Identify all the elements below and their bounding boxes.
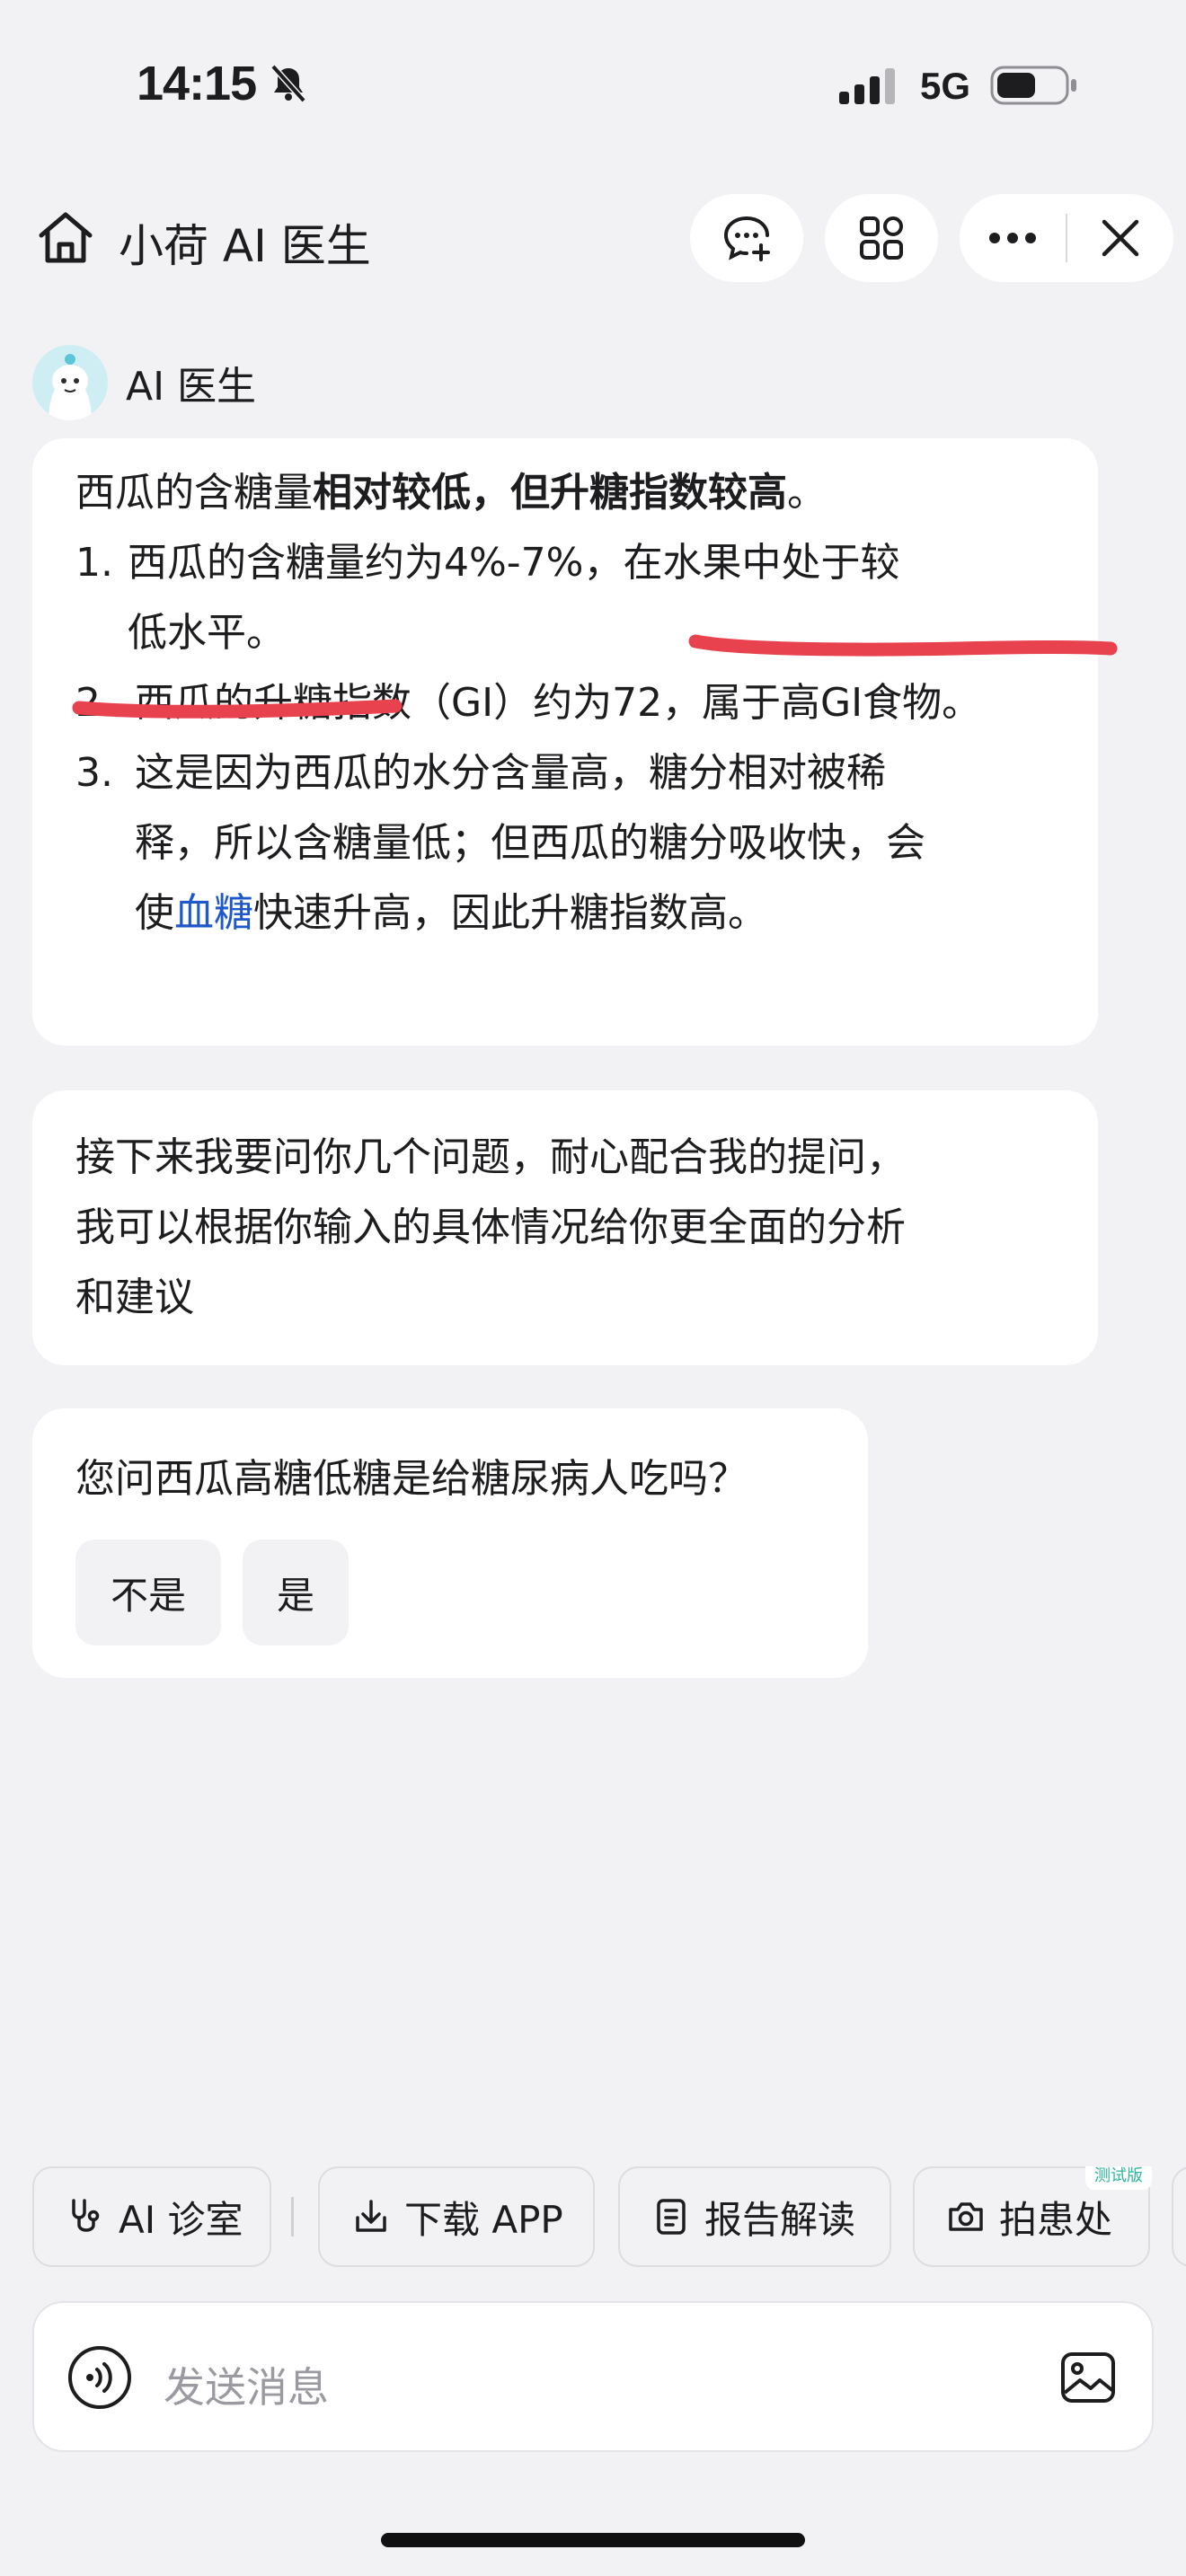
list-item-3-line1: 这是因为西瓜的水分含量高，糖分相对被稀 [135,750,886,796]
list-number: 3. [75,750,113,796]
list-item-1-line1: 西瓜的含糖量约为4%-7%，在水果中处于较 [128,540,900,586]
more-dots-icon [989,233,1036,243]
ai-clinic-label: AI 诊室 [119,2197,243,2242]
followup-line: 和建议 [75,1275,194,1320]
blood-sugar-link[interactable]: 血糖 [174,890,253,936]
list-item-3-line3: 使血糖快速升高，因此升糖指数高。 [135,878,767,948]
option-yes-button[interactable]: 是 [243,1539,349,1645]
assistant-header: AI 医生 [32,345,256,420]
followup-card: 接下来我要问你几个问题，耐心配合我的提问， 我可以根据你输入的具体情况给你更全面… [32,1090,1098,1365]
home-icon[interactable] [34,207,97,269]
photo-affected-area-button[interactable]: 拍患处 测试版 [913,2166,1152,2267]
doctor-mascot-icon [32,345,108,420]
list-item-3-line2: 释，所以含糖量低；但西瓜的糖分吸收快，会 [135,820,925,866]
followup-line: 接下来我要问你几个问题，耐心配合我的提问， [75,1134,906,1180]
list-number: 1. [75,540,113,586]
home-indicator [381,2533,805,2547]
stethoscope-icon [72,2199,100,2232]
annotation-underline-1 [688,634,1118,657]
answer-card: 西瓜的含糖量相对较低，但升糖指数较高。 1. 西瓜的含糖量约为4%-7%，在水果… [32,438,1118,1045]
miniapp-capsule [960,194,1173,282]
line3-post: 快速升高，因此升糖指数高。 [253,890,767,936]
network-label: 5G [920,65,971,107]
close-icon [1102,219,1139,257]
line3-pre: 使 [135,890,174,936]
download-icon [356,2200,386,2232]
status-bar: 14:15 5G [0,0,1186,171]
beta-badge: 测试版 [1085,2166,1152,2190]
apps-button[interactable] [825,194,938,282]
quick-actions-divider [291,2197,294,2236]
report-reading-button[interactable]: 报告解读 [618,2166,891,2267]
avatar [32,345,108,420]
signal-icon [839,68,895,104]
assistant-name: AI 医生 [126,364,257,410]
report-reading-label: 报告解读 [704,2197,856,2242]
nav-title: 小荷 AI 医生 [119,220,371,272]
nav-bar: 小荷 AI 医生 [0,180,1186,296]
apps-grid-icon [860,216,903,260]
voice-icon[interactable] [66,2344,133,2411]
image-upload-icon[interactable] [1058,2348,1118,2407]
download-app-button[interactable]: 下载 APP [318,2166,595,2267]
status-time: 14:15 [137,57,257,110]
new-chat-icon [723,216,770,261]
battery-icon [990,66,1076,105]
photo-affected-area-label: 拍患处 [999,2197,1113,2242]
followup-line: 我可以根据你输入的具体情况给你更全面的分析 [75,1204,906,1250]
intro-normal: 西瓜的含糖量 [75,470,313,516]
bell-muted-icon [270,64,306,103]
list-item-1-line2: 低水平。 [128,610,286,656]
camera-icon [949,2202,983,2231]
download-app-label: 下载 APP [404,2197,563,2242]
list-number: 2. [75,680,113,726]
question-text: 您问西瓜高糖低糖是给糖尿病人吃吗？ [75,1456,748,1502]
message-input[interactable]: 发送消息 [164,2355,329,2414]
message-input-bar: 发送消息 [32,2301,1154,2452]
new-chat-button[interactable] [690,194,803,282]
question-card: 您问西瓜高糖低糖是给糖尿病人吃吗？ 不是 是 [32,1408,868,1678]
intro-end: 。 [787,470,827,516]
quick-action-overflow[interactable] [1172,2166,1186,2267]
intro-bold: 相对较低，但升糖指数较高 [313,470,787,516]
option-no-button[interactable]: 不是 [75,1539,221,1645]
report-icon [657,2199,686,2235]
list-item-2-line1: 西瓜的升糖指数（GI）约为72，属于高GI食物。 [135,680,982,726]
answer-intro: 西瓜的含糖量相对较低，但升糖指数较高。 [75,458,827,528]
quick-actions-bar: AI 诊室 下载 APP 报告解读 拍患处 测试版 [0,2166,1186,2267]
ai-clinic-button[interactable]: AI 诊室 [32,2166,271,2267]
close-button[interactable] [1067,194,1173,282]
more-button[interactable] [960,194,1066,282]
